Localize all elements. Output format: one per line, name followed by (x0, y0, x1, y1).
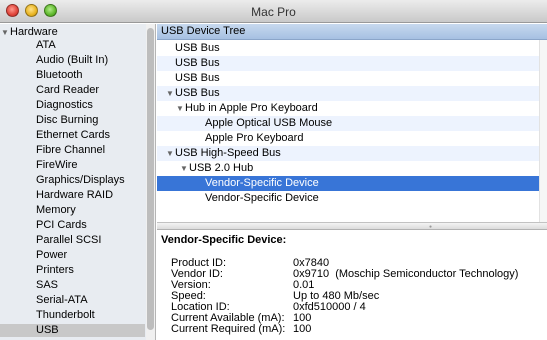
title-bar[interactable]: Mac Pro (0, 0, 547, 23)
sidebar-item-hardware[interactable]: ▼Hardware (0, 26, 145, 39)
tree-row[interactable]: USB Bus (157, 56, 539, 71)
disclosure-triangle-icon[interactable]: ▼ (165, 146, 175, 161)
tree-row-label: USB Bus (175, 72, 220, 84)
sidebar-item-usb[interactable]: USB (0, 324, 145, 337)
usb-device-tree: USB Device Tree USB Bus USB Bus USB Bus ▼US… (157, 24, 547, 222)
sidebar-item-memory[interactable]: Memory (0, 204, 145, 217)
sidebar-item-thunderbolt[interactable]: Thunderbolt (0, 309, 145, 322)
tree-row[interactable]: ▼USB High-Speed Bus (157, 146, 539, 161)
sidebar-item-serial-ata[interactable]: Serial-ATA (0, 294, 145, 307)
sidebar-item-label: Diagnostics (36, 99, 93, 111)
sidebar-item-label: FireWire (36, 159, 78, 171)
system-profiler-window: Mac Pro ▼Hardware ATA Audio (Built In) Blu… (0, 0, 547, 340)
tree-column-header[interactable]: USB Device Tree (157, 24, 547, 40)
sidebar-item-label: Thunderbolt (36, 309, 95, 321)
sidebar-item-sas[interactable]: SAS (0, 279, 145, 292)
tree-row-label: USB High-Speed Bus (175, 147, 281, 159)
tree-row-label: USB 2.0 Hub (189, 162, 254, 174)
tree-row[interactable]: USB Bus (157, 71, 539, 86)
sidebar-item-label: Parallel SCSI (36, 234, 102, 246)
detail-field-key: Current Required (mA): (171, 323, 286, 335)
window-title: Mac Pro (251, 5, 296, 19)
sidebar-item-hardware-raid[interactable]: Hardware RAID (0, 189, 145, 202)
sidebar-item-bluetooth[interactable]: Bluetooth (0, 69, 145, 82)
sidebar-item-firewire[interactable]: FireWire (0, 159, 145, 172)
sidebar-item-ethernet-cards[interactable]: Ethernet Cards (0, 129, 145, 142)
sidebar-item-label: Memory (36, 204, 76, 216)
sidebar-item-label: Power (36, 249, 68, 261)
sidebar-item-diagnostics[interactable]: Diagnostics (0, 99, 145, 112)
tree-row[interactable]: ▼USB 2.0 Hub (157, 161, 539, 176)
sidebar-scroll-thumb[interactable] (147, 28, 154, 330)
tree-row[interactable]: Vendor-Specific Device (157, 176, 539, 191)
tree-row-label: Apple Pro Keyboard (205, 132, 304, 144)
disclosure-triangle-icon[interactable]: ▼ (165, 86, 175, 101)
tree-row-label: USB Bus (175, 57, 220, 69)
sidebar-item-fibre-channel[interactable]: Fibre Channel (0, 144, 145, 157)
sidebar-scrollbar[interactable] (146, 24, 155, 340)
sidebar-item-label: Card Reader (36, 84, 99, 96)
sidebar-item-printers[interactable]: Printers (0, 264, 145, 277)
sidebar-item-power[interactable]: Power (0, 249, 145, 262)
tree-row-label: Hub in Apple Pro Keyboard (185, 102, 318, 114)
sidebar-item-label: USB (36, 324, 59, 336)
sidebar-item-audio-built-in[interactable]: Audio (Built In) (0, 54, 145, 67)
pane-splitter[interactable]: ● (157, 222, 547, 230)
sidebar-item-graphics-displays[interactable]: Graphics/Displays (0, 174, 145, 187)
sidebar-item-label: Disc Burning (36, 114, 99, 126)
disclosure-triangle-icon[interactable]: ▼ (0, 26, 10, 39)
tree-row-label: Vendor-Specific Device (205, 192, 319, 204)
detail-pane: Vendor-Specific Device: Product ID: 0x784… (157, 230, 547, 340)
tree-row-label: Apple Optical USB Mouse (205, 117, 333, 129)
sidebar-item-label: Graphics/Displays (36, 174, 125, 186)
sidebar-item-label: Hardware RAID (36, 189, 114, 201)
tree-row[interactable]: USB Bus (157, 41, 539, 56)
detail-title: Vendor-Specific Device: (161, 234, 287, 246)
sidebar-item-label: PCI Cards (36, 219, 87, 231)
detail-field-value: 100 (293, 323, 312, 335)
sidebar-item-ata[interactable]: ATA (0, 39, 145, 52)
sidebar-item-label: Serial-ATA (36, 294, 88, 306)
disclosure-triangle-icon[interactable]: ▼ (175, 101, 185, 116)
tree-row-label: USB Bus (175, 42, 220, 54)
sidebar-item-label: Printers (36, 264, 74, 276)
sidebar-item-label: SAS (36, 279, 59, 291)
detail-field: Current Required (mA): 100 (171, 323, 541, 335)
disclosure-triangle-icon[interactable]: ▼ (179, 161, 189, 176)
sidebar-item-label: Ethernet Cards (36, 129, 110, 141)
tree-scrollbar[interactable] (539, 40, 547, 222)
tree-row-label: USB Bus (175, 87, 220, 99)
sidebar-item-pci-cards[interactable]: PCI Cards (0, 219, 145, 232)
sidebar-item-label: Fibre Channel (36, 144, 106, 156)
sidebar-item-label: Audio (Built In) (36, 54, 109, 66)
sidebar-item-parallel-scsi[interactable]: Parallel SCSI (0, 234, 145, 247)
tree-row[interactable]: ▼Hub in Apple Pro Keyboard (157, 101, 539, 116)
sidebar-item-card-reader[interactable]: Card Reader (0, 84, 145, 97)
tree-row[interactable]: Vendor-Specific Device (157, 191, 539, 206)
tree-row[interactable]: Apple Pro Keyboard (157, 131, 539, 146)
tree-row[interactable]: Apple Optical USB Mouse (157, 116, 539, 131)
sidebar-root-label: Hardware (10, 26, 58, 38)
sidebar-item-disc-burning[interactable]: Disc Burning (0, 114, 145, 127)
sidebar-item-label: ATA (36, 39, 56, 51)
sidebar: ▼Hardware ATA Audio (Built In) Bluetooth Ca… (0, 24, 156, 340)
tree-row[interactable]: ▼USB Bus (157, 86, 539, 101)
sidebar-item-label: Bluetooth (36, 69, 83, 81)
tree-row-label: Vendor-Specific Device (205, 177, 319, 189)
